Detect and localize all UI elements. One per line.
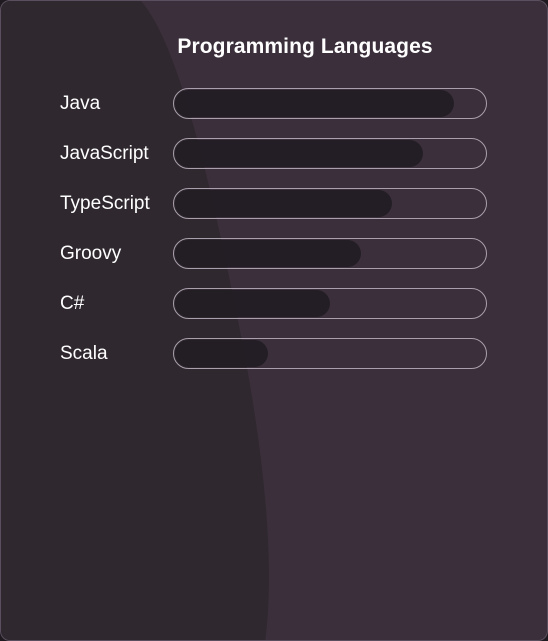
skill-bar-track: [173, 88, 487, 119]
skill-bar-track: [173, 288, 487, 319]
skill-bar-track: [173, 338, 487, 369]
skill-row-scala: Scala: [60, 337, 490, 387]
skill-bar-fill: [175, 340, 268, 367]
skill-bar-fill: [175, 90, 454, 117]
skills-list: Java JavaScript TypeScript Groovy C# Sca…: [60, 87, 490, 387]
skill-label: TypeScript: [60, 193, 150, 214]
skill-label: Groovy: [60, 243, 122, 264]
skill-bar-track: [173, 188, 487, 219]
skill-bar-fill: [175, 140, 423, 167]
card-title: Programming Languages: [177, 35, 433, 58]
skills-card: Programming Languages Java JavaScript Ty…: [0, 0, 548, 641]
skill-bar-track: [173, 238, 487, 269]
skill-label: C#: [60, 293, 85, 314]
skill-bar-fill: [175, 240, 361, 267]
skill-row-csharp: C#: [60, 287, 490, 337]
skill-row-groovy: Groovy: [60, 237, 490, 287]
skill-label: Scala: [60, 343, 108, 364]
skill-bar-fill: [175, 190, 392, 217]
skill-label: Java: [60, 93, 101, 114]
skill-row-javascript: JavaScript: [60, 137, 490, 187]
skill-label: JavaScript: [60, 143, 149, 164]
skill-row-typescript: TypeScript: [60, 187, 490, 237]
skill-row-java: Java: [60, 87, 490, 137]
skill-bar-track: [173, 138, 487, 169]
skill-bar-fill: [175, 290, 330, 317]
